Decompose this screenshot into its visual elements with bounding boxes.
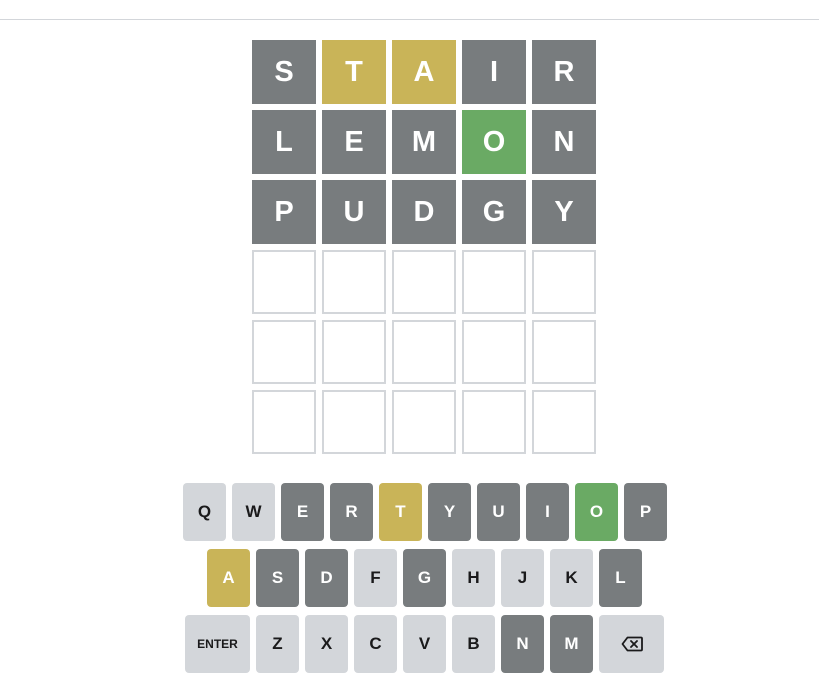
key-d[interactable]: D: [305, 549, 348, 607]
letter-tile-absent: I: [462, 40, 526, 104]
key-n[interactable]: N: [501, 615, 544, 673]
letter-tile-absent: D: [392, 180, 456, 244]
key-a[interactable]: A: [207, 549, 250, 607]
backspace-key[interactable]: [599, 615, 664, 673]
letter-tile-absent: Y: [532, 180, 596, 244]
empty-tile: [392, 250, 456, 314]
letter-tile-absent: N: [532, 110, 596, 174]
key-k[interactable]: K: [550, 549, 593, 607]
key-o[interactable]: O: [575, 483, 618, 541]
key-v[interactable]: V: [403, 615, 446, 673]
letter-tile-absent: L: [252, 110, 316, 174]
empty-tile: [532, 320, 596, 384]
letter-tile-absent: R: [532, 40, 596, 104]
key-t[interactable]: T: [379, 483, 422, 541]
key-u[interactable]: U: [477, 483, 520, 541]
letter-tile-absent: S: [252, 40, 316, 104]
key-p[interactable]: P: [624, 483, 667, 541]
letter-tile-correct: O: [462, 110, 526, 174]
empty-tile: [322, 390, 386, 454]
key-e[interactable]: E: [281, 483, 324, 541]
key-s[interactable]: S: [256, 549, 299, 607]
key-z[interactable]: Z: [256, 615, 299, 673]
letter-tile-absent: P: [252, 180, 316, 244]
keyboard-row-2: ASDFGHJKL: [207, 549, 642, 607]
empty-tile: [252, 320, 316, 384]
empty-tile: [322, 320, 386, 384]
empty-tile: [252, 250, 316, 314]
empty-tile: [462, 250, 526, 314]
letter-tile-absent: U: [322, 180, 386, 244]
key-y[interactable]: Y: [428, 483, 471, 541]
key-g[interactable]: G: [403, 549, 446, 607]
empty-tile: [532, 390, 596, 454]
empty-tile: [462, 320, 526, 384]
key-j[interactable]: J: [501, 549, 544, 607]
empty-tile: [532, 250, 596, 314]
keyboard-row-3: ENTER Z X C V B N M: [185, 615, 664, 673]
key-b[interactable]: B: [452, 615, 495, 673]
empty-tile: [322, 250, 386, 314]
letter-tile-absent: E: [322, 110, 386, 174]
key-w[interactable]: W: [232, 483, 275, 541]
key-r[interactable]: R: [330, 483, 373, 541]
letter-tile-absent: M: [392, 110, 456, 174]
empty-tile: [252, 390, 316, 454]
key-x[interactable]: X: [305, 615, 348, 673]
game-board: STAIR LEMON PUDGY: [252, 40, 596, 454]
key-f[interactable]: F: [354, 549, 397, 607]
key-m[interactable]: M: [550, 615, 593, 673]
empty-tile: [462, 390, 526, 454]
key-q[interactable]: Q: [183, 483, 226, 541]
key-l[interactable]: L: [599, 549, 642, 607]
empty-tile: [392, 320, 456, 384]
letter-tile-absent: G: [462, 180, 526, 244]
letter-tile-present: T: [322, 40, 386, 104]
backspace-icon: [621, 636, 643, 652]
key-c[interactable]: C: [354, 615, 397, 673]
letter-tile-present: A: [392, 40, 456, 104]
enter-key[interactable]: ENTER: [185, 615, 250, 673]
top-bar: [0, 0, 819, 20]
key-h[interactable]: H: [452, 549, 495, 607]
empty-tile: [392, 390, 456, 454]
key-i[interactable]: I: [526, 483, 569, 541]
keyboard-row-1: QWERTYUIOP: [183, 483, 667, 541]
